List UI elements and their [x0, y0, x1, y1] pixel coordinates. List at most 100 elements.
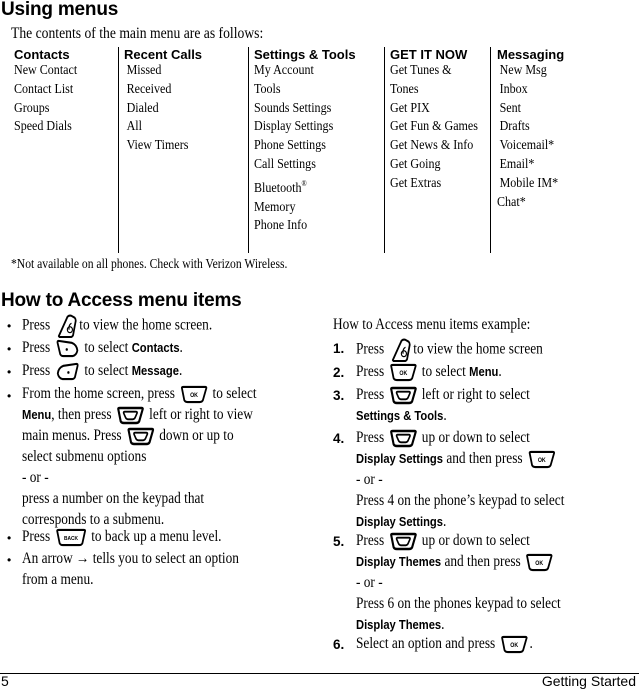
line: - or -: [22, 469, 49, 486]
menu-item: Sent: [499, 100, 521, 116]
line: - or -: [356, 574, 383, 591]
line: Press 4 on the phone’s keypad to select: [356, 492, 565, 509]
menu-item-label: Bluetooth: [254, 180, 302, 196]
bullet-item: Press to back up a menu level.: [22, 526, 222, 547]
text: and then press: [446, 450, 523, 467]
step-3: Press left or right to select Settings &…: [356, 384, 530, 426]
text: Press: [22, 316, 51, 334]
line: Press up or down to select: [356, 427, 564, 448]
step-number: 2.: [333, 365, 345, 380]
line: select submenu options: [22, 448, 147, 465]
text: Press: [22, 339, 51, 356]
menu-column-recent-calls: Recent Calls Missed Received Dialed All …: [118, 47, 252, 253]
ok-key-icon: [180, 385, 208, 404]
menu-column-contacts: Contacts New Contact Contact List Groups…: [14, 47, 119, 253]
menu-item: Inbox: [499, 81, 528, 97]
ok-key-icon: [500, 635, 528, 654]
left-softkey-icon: [55, 339, 79, 358]
step-number: 6.: [333, 637, 345, 652]
step-number: 3.: [333, 388, 345, 403]
nav-key-icon: [127, 427, 155, 446]
menu-item: Drafts: [499, 119, 530, 135]
text: to back up a menu level.: [91, 528, 222, 545]
line: Display Settings and then press: [356, 448, 564, 469]
bold-term: Display Settings: [356, 451, 443, 466]
page-number: 5: [1, 673, 9, 689]
menu-item: Memory: [254, 199, 296, 215]
right-softkey-icon: [55, 362, 79, 381]
text: and then press: [444, 553, 521, 570]
line: Press left or right to select: [356, 384, 530, 405]
menu-item: Bluetooth®: [254, 175, 368, 199]
text: up or down to select: [421, 429, 530, 446]
bold-term: Contacts: [131, 340, 180, 355]
bullet-mark: •: [7, 531, 12, 545]
bullet-mark: •: [7, 319, 12, 333]
text: .: [178, 362, 183, 379]
text: Press: [356, 386, 385, 403]
bold-term: Display Themes: [356, 617, 442, 632]
line: Display Themes and then press: [356, 551, 561, 572]
text: to select: [421, 363, 466, 380]
step-5: Press up or down to select Display Theme…: [356, 530, 561, 635]
bold-term: Menu: [469, 364, 499, 379]
menu-item: Dialed: [126, 100, 159, 116]
menu-item: Tools: [254, 81, 281, 97]
nav-key-icon: [389, 429, 417, 448]
step-2: Press to select Menu.: [356, 361, 502, 382]
bold-term: Message: [131, 363, 179, 378]
home-key-icon: [55, 314, 77, 338]
registered-mark: ®: [301, 178, 307, 188]
menu-item: Mobile IM*: [499, 175, 559, 191]
availability-footnote: *Not available on all phones. Check with…: [11, 256, 288, 271]
back-key-icon: [55, 528, 86, 547]
menu-column-header: Settings & Tools: [254, 47, 356, 62]
text: , then press: [51, 406, 112, 423]
text: Press: [356, 532, 385, 549]
text: Press: [22, 528, 51, 545]
menu-item: Get Extras: [390, 175, 442, 191]
ok-key-icon: [389, 363, 417, 382]
text: Select an option and press: [356, 635, 496, 652]
menu-column-header: Recent Calls: [124, 47, 203, 62]
nav-key-icon: [389, 532, 417, 551]
bullet-mark: •: [7, 365, 12, 379]
text: to select: [212, 385, 257, 402]
menu-item: Phone Settings: [254, 138, 326, 154]
line: Display Themes.: [356, 614, 561, 635]
bold-term: Settings & Tools: [356, 408, 444, 423]
menu-item: Received: [126, 81, 172, 97]
home-key-icon: [389, 338, 411, 362]
menu-item: Contact List: [14, 81, 74, 97]
text: .: [442, 513, 447, 530]
text: to select: [84, 339, 129, 356]
menu-item: New Contact: [14, 63, 78, 78]
bullet-item: From the home screen, press to select Me…: [22, 383, 257, 530]
text: Press: [356, 340, 385, 358]
text: left or right to select: [421, 386, 530, 403]
menu-item: Phone Info: [254, 218, 308, 234]
step-number: 4.: [333, 431, 345, 446]
step-number: 5.: [333, 534, 345, 549]
step-4: Press up or down to select Display Setti…: [356, 427, 564, 532]
menu-item: Email*: [499, 156, 535, 172]
menu-item: Chat*: [497, 194, 526, 210]
text: Press: [356, 363, 385, 380]
bold-term: Menu: [22, 407, 52, 422]
text: From the home screen, press: [22, 385, 175, 402]
text: to view the home screen.: [79, 316, 213, 334]
menu-item: New Msg: [499, 63, 547, 78]
line: main menus. Press down or up to: [22, 425, 257, 446]
example-title: How to Access menu items example:: [333, 316, 531, 333]
menu-intro-text: The contents of the main menu are as fol…: [11, 25, 264, 42]
menu-item: Voicemail*: [499, 138, 555, 154]
line: Menu, then press left or right to view: [22, 404, 257, 425]
ok-key-icon: [526, 553, 554, 572]
menu-item: Get News & Info: [390, 138, 474, 154]
line: Display Settings.: [356, 511, 564, 532]
section-title-using-menus: Using menus: [1, 0, 119, 20]
text: .: [529, 635, 533, 652]
text: Press: [22, 362, 51, 379]
text: up or down to select: [421, 532, 530, 549]
line: Press up or down to select: [356, 530, 561, 551]
